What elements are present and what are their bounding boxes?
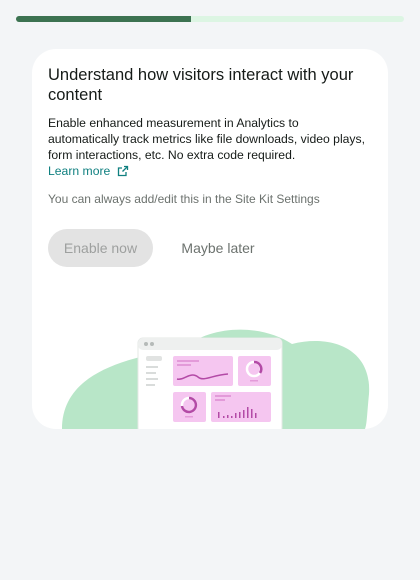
setup-progress-fill bbox=[16, 16, 191, 22]
banner-description-text: Enable enhanced measurement in Analytics… bbox=[48, 116, 366, 162]
enhanced-measurement-banner: Understand how visitors interact with yo… bbox=[32, 49, 388, 429]
learn-more-link[interactable]: Learn more bbox=[48, 163, 129, 179]
setup-progress-bar bbox=[16, 16, 404, 22]
enable-now-button[interactable]: Enable now bbox=[48, 229, 153, 267]
learn-more-label: Learn more bbox=[48, 164, 111, 178]
dashboard-illustration bbox=[62, 329, 370, 429]
settings-note: You can always add/edit this in the Site… bbox=[48, 192, 320, 206]
banner-description: Enable enhanced measurement in Analytics… bbox=[48, 115, 368, 179]
dashboard-window bbox=[137, 337, 283, 429]
banner-title: Understand how visitors interact with yo… bbox=[48, 66, 354, 104]
external-link-icon bbox=[118, 165, 129, 177]
maybe-later-button[interactable]: Maybe later bbox=[164, 229, 272, 267]
